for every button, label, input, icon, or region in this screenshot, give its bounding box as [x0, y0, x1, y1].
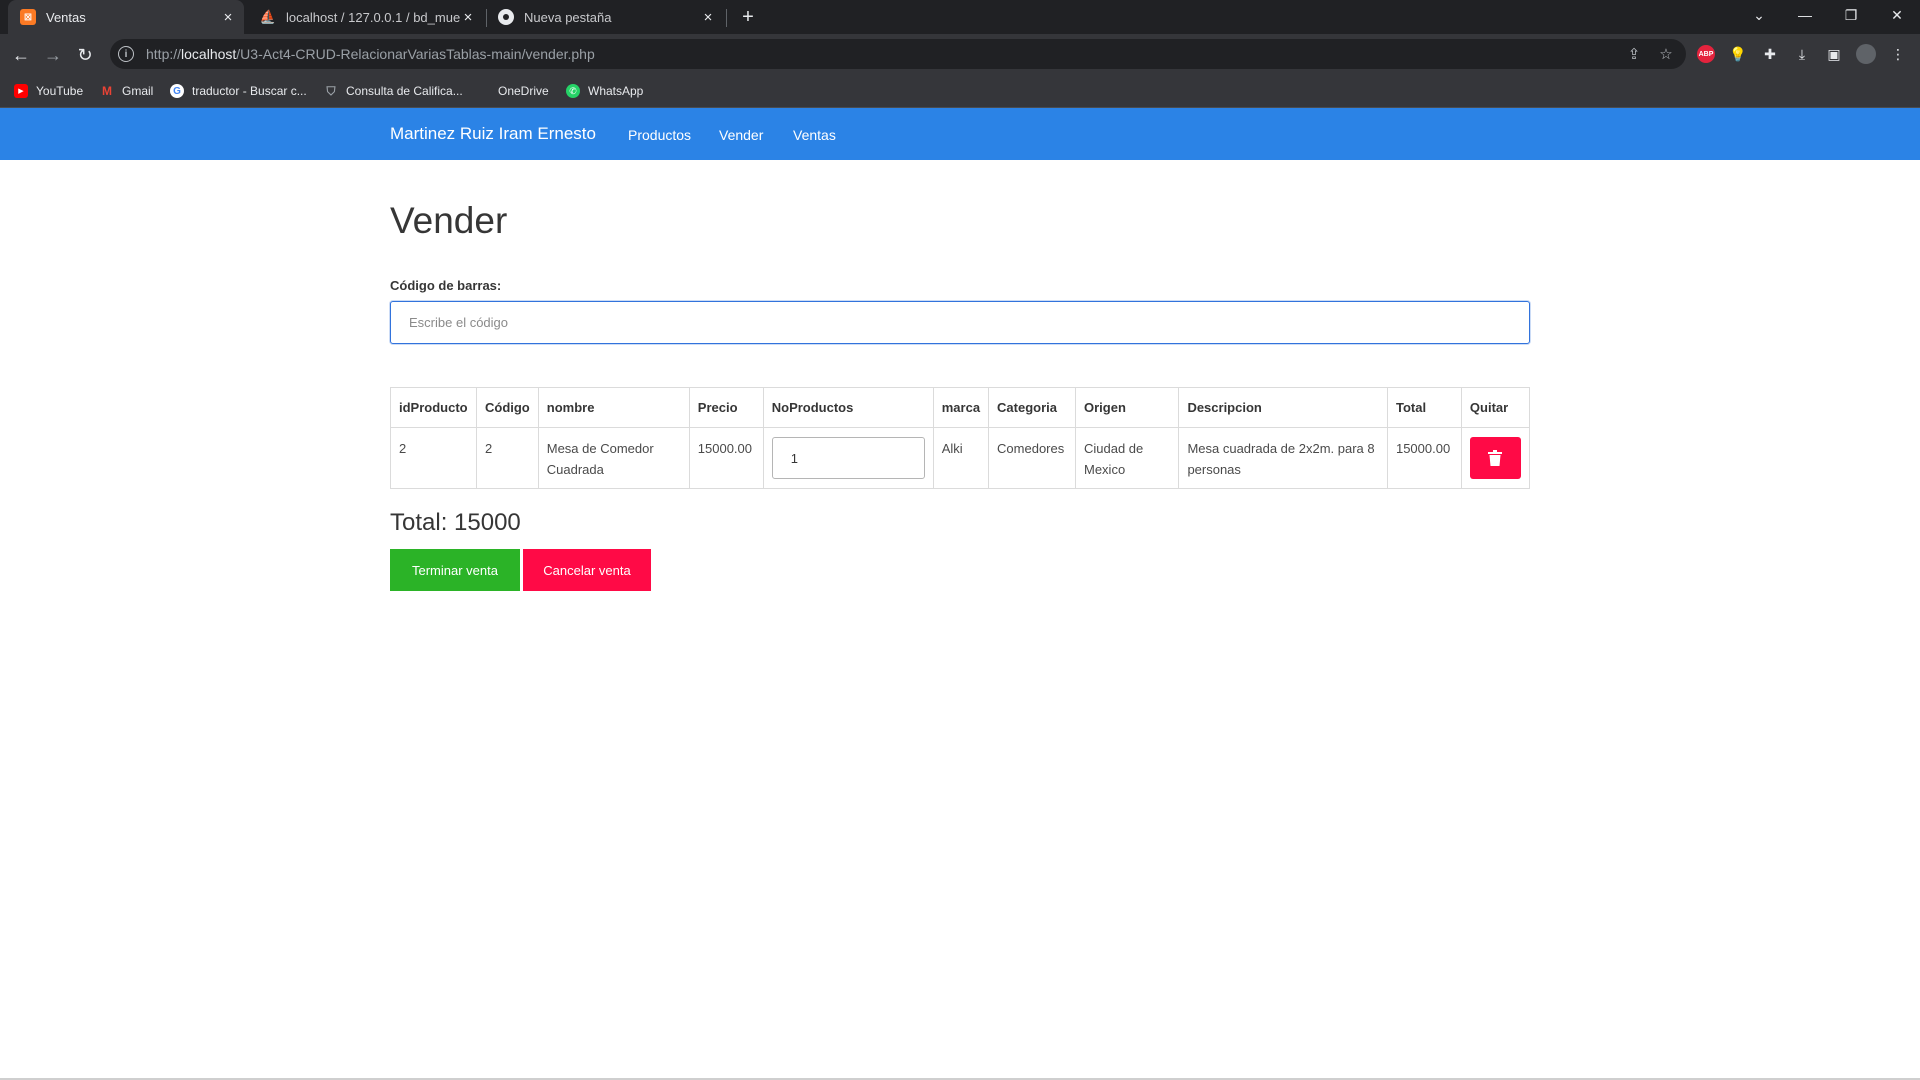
adblock-plus-icon[interactable]: ABP — [1696, 44, 1716, 64]
header-origen: Origen — [1074, 387, 1180, 428]
finish-sale-button[interactable]: Terminar venta — [390, 549, 520, 591]
tab-nueva-pestana[interactable]: Nueva pestaña × — [488, 0, 724, 34]
cell-descripcion: Mesa cuadrada de 2x2m. para 8 personas — [1178, 427, 1388, 489]
menu-kebab-icon[interactable]: ⋮ — [1888, 44, 1908, 64]
bookmark-onedrive[interactable]: OneDrive — [476, 82, 549, 100]
lightbulb-icon[interactable]: 💡 — [1728, 44, 1748, 64]
extensions-puzzle-icon[interactable]: ✚ — [1760, 44, 1780, 64]
bookmarks-bar: ▶ YouTube M Gmail G traductor - Buscar c… — [0, 74, 1920, 108]
chrome-icon — [498, 9, 514, 25]
cell-quitar — [1460, 427, 1531, 489]
tab-title: Ventas — [46, 9, 86, 25]
cell-precio: 15000.00 — [688, 427, 764, 489]
minimize-icon[interactable]: — — [1782, 0, 1828, 30]
bookmark-traductor[interactable]: G traductor - Buscar c... — [170, 82, 307, 100]
page-title: Vender — [390, 200, 508, 241]
bookmark-whatsapp[interactable]: ✆ WhatsApp — [566, 82, 643, 100]
share-icon[interactable]: ⇪ — [1624, 44, 1644, 64]
navbar-brand[interactable]: Martinez Ruiz Iram Ernesto — [390, 124, 596, 144]
close-tab-icon[interactable]: × — [460, 9, 476, 26]
shield-icon: ⛉ — [326, 83, 336, 98]
tab-search-icon[interactable]: ⌄ — [1736, 0, 1782, 30]
header-marca: marca — [932, 387, 990, 428]
header-noproductos: NoProductos — [762, 387, 934, 428]
cell-idproducto: 2 — [390, 427, 477, 489]
tab-separator — [726, 9, 727, 27]
trash-icon — [1488, 450, 1503, 466]
close-window-icon[interactable]: ✕ — [1874, 0, 1920, 30]
tab-phpmyadmin[interactable]: ⛵ localhost / 127.0.0.1 / bd_muebl × — [248, 0, 484, 34]
youtube-icon: ▶ — [14, 84, 28, 98]
cell-marca: Alki — [932, 427, 990, 489]
bookmark-star-icon[interactable]: ☆ — [1656, 44, 1676, 64]
header-codigo: Código — [475, 387, 539, 428]
header-categoria: Categoria — [988, 387, 1076, 428]
bookmark-youtube[interactable]: ▶ YouTube — [14, 82, 83, 100]
sale-total: Total: 15000 — [390, 509, 521, 536]
header-quitar: Quitar — [1460, 387, 1531, 428]
cell-noproductos — [762, 427, 934, 489]
profile-avatar[interactable] — [1856, 44, 1876, 64]
table-header-row: idProducto Código nombre Precio NoProduc… — [390, 387, 1531, 428]
tab-title: Nueva pestaña — [524, 9, 612, 25]
url-text: http://localhost/U3-Act4-CRUD-Relacionar… — [146, 46, 595, 62]
new-tab-button[interactable]: + — [736, 5, 760, 29]
barcode-input[interactable] — [390, 301, 1530, 344]
forward-icon[interactable]: → — [40, 42, 66, 68]
cell-origen: Ciudad de Mexico — [1074, 427, 1180, 489]
google-icon: G — [170, 84, 184, 98]
nav-link-vender[interactable]: Vender — [719, 127, 763, 143]
header-nombre: nombre — [537, 387, 690, 428]
cell-categoria: Comedores — [988, 427, 1076, 489]
reload-icon[interactable]: ↻ — [72, 42, 98, 68]
phpmyadmin-icon: ⛵ — [259, 9, 277, 24]
close-tab-icon[interactable]: × — [220, 9, 236, 26]
header-precio: Precio — [688, 387, 764, 428]
tab-ventas[interactable]: ⊠ Ventas × — [8, 0, 244, 34]
xampp-icon: ⊠ — [20, 9, 36, 25]
bookmark-consulta[interactable]: ⛉ Consulta de Califica... — [324, 82, 462, 100]
table-row: 2 2 Mesa de Comedor Cuadrada 15000.00 Al… — [390, 427, 1531, 489]
quantity-input[interactable] — [771, 437, 925, 479]
sale-items-table: idProducto Código nombre Precio NoProduc… — [390, 387, 1531, 489]
restore-icon[interactable]: ❐ — [1828, 0, 1874, 30]
address-bar[interactable]: i http://localhost/U3-Act4-CRUD-Relacion… — [110, 39, 1686, 69]
cell-nombre: Mesa de Comedor Cuadrada — [537, 427, 690, 489]
cancel-sale-button[interactable]: Cancelar venta — [523, 549, 651, 591]
close-tab-icon[interactable]: × — [700, 9, 716, 26]
side-panel-icon[interactable]: ▣ — [1824, 44, 1844, 64]
back-icon[interactable]: ← — [8, 42, 34, 68]
header-descripcion: Descripcion — [1178, 387, 1388, 428]
browser-tab-strip: ⊠ Ventas × ⛵ localhost / 127.0.0.1 / bd_… — [0, 0, 1920, 34]
cell-codigo: 2 — [475, 427, 539, 489]
gmail-icon: M — [102, 84, 112, 98]
tab-title: localhost / 127.0.0.1 / bd_muebl — [286, 9, 460, 25]
tab-separator — [486, 9, 487, 27]
nav-link-ventas[interactable]: Ventas — [793, 127, 836, 143]
cell-total: 15000.00 — [1386, 427, 1462, 489]
barcode-label: Código de barras: — [390, 278, 502, 293]
whatsapp-icon: ✆ — [566, 84, 580, 98]
download-icon[interactable]: ⤓ — [1792, 44, 1812, 64]
nav-link-productos[interactable]: Productos — [628, 127, 691, 143]
bookmark-gmail[interactable]: M Gmail — [100, 82, 153, 100]
remove-item-button[interactable] — [1469, 437, 1521, 479]
microsoft-icon — [476, 84, 490, 98]
top-navbar — [0, 108, 1920, 160]
site-info-icon[interactable]: i — [118, 46, 134, 62]
header-idproducto: idProducto — [390, 387, 477, 428]
header-total: Total — [1386, 387, 1462, 428]
